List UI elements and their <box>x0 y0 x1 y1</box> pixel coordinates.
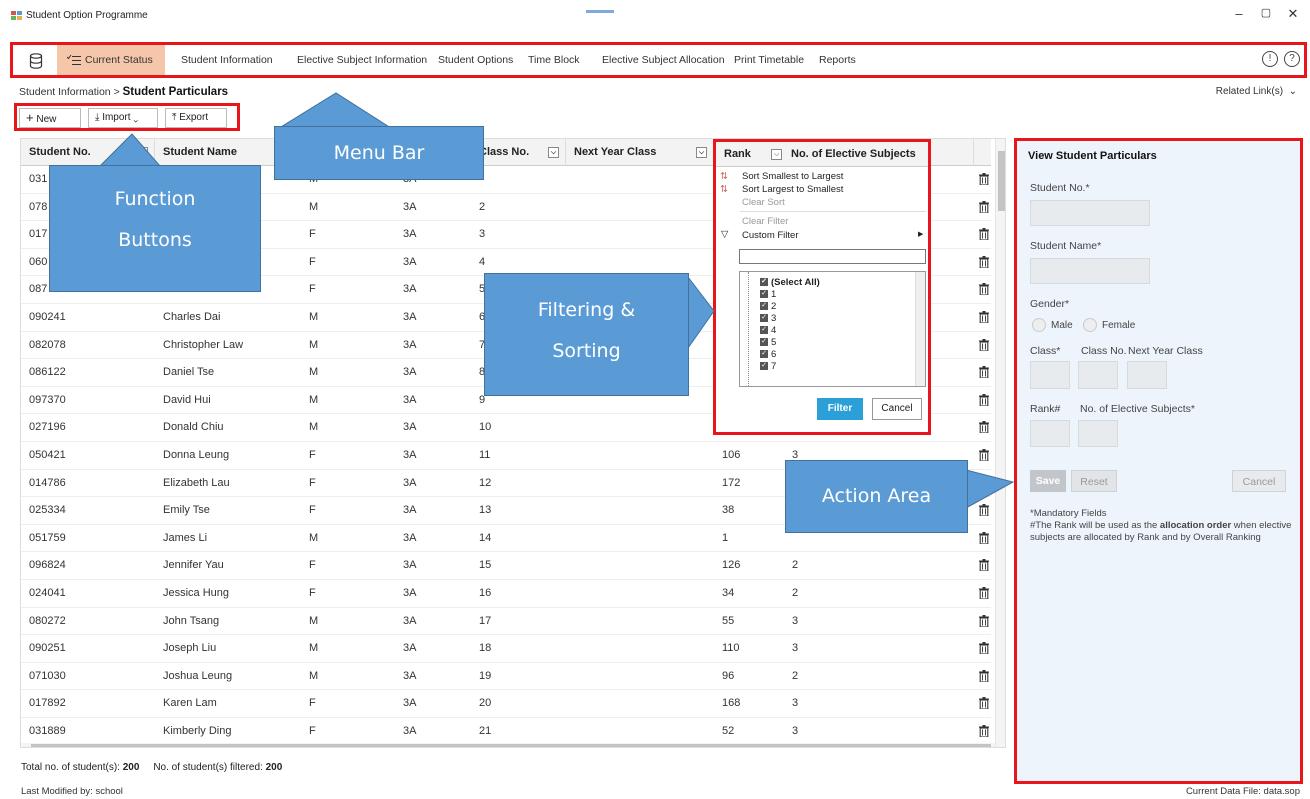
function-buttons-pointer <box>98 133 162 167</box>
callout-pointers <box>98 92 1015 509</box>
callout-filtering-sorting: Filtering & Sorting <box>484 273 689 396</box>
callout-function-buttons: Function Buttons <box>49 165 261 292</box>
callout-action-area: Action Area <box>785 460 968 533</box>
callout-line: Buttons <box>118 229 192 251</box>
callout-menu-bar: Menu Bar <box>274 126 484 180</box>
menu-bar-pointer <box>274 92 396 131</box>
callout-line: Sorting <box>552 340 621 362</box>
filtering-pointer <box>687 275 715 350</box>
callout-line: Filtering & <box>537 299 636 321</box>
action-area-pointer <box>965 469 1015 509</box>
callout-line: Function <box>114 188 196 210</box>
